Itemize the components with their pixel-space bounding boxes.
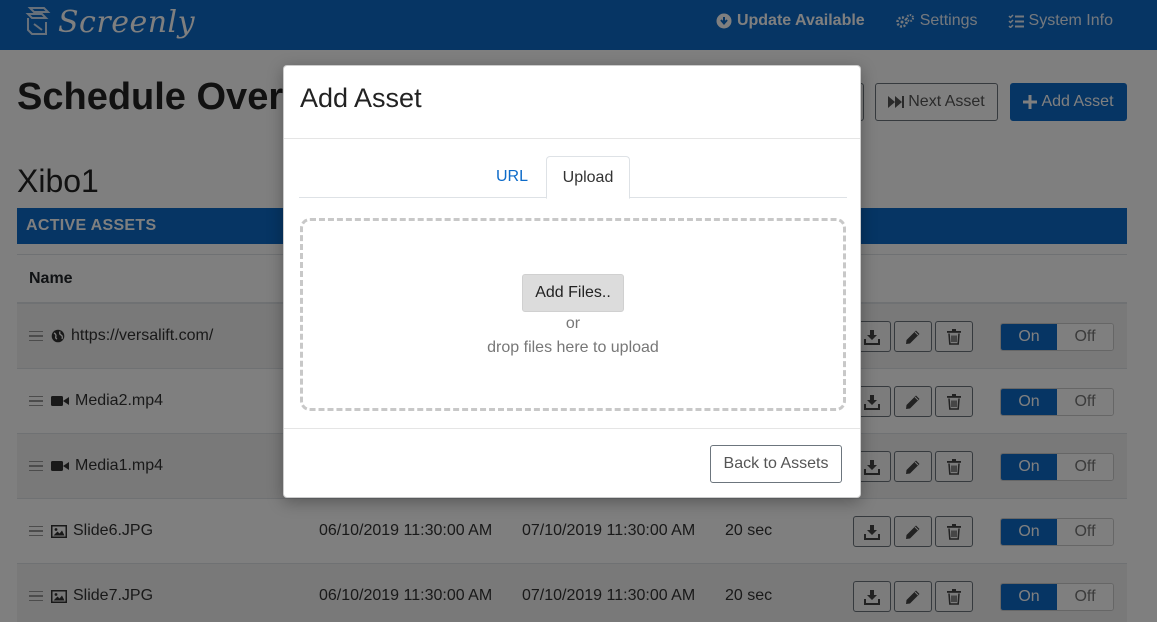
add-files-button[interactable]: Add Files..: [522, 274, 624, 312]
tab-upload[interactable]: Upload: [546, 156, 630, 199]
or-text: or: [565, 315, 581, 332]
modal-footer-divider: [284, 428, 860, 429]
back-to-assets-button[interactable]: Back to Assets: [710, 445, 842, 483]
add-asset-modal: Add Asset URL Upload Add Files.. or drop…: [283, 65, 861, 498]
modal-tabs: URL Upload: [299, 156, 847, 199]
tab-url[interactable]: URL: [481, 156, 543, 198]
drop-hint-text: drop files here to upload: [487, 339, 659, 356]
modal-header-divider: [284, 138, 860, 139]
modal-title: Add Asset: [300, 83, 422, 113]
file-dropzone[interactable]: Add Files.. or drop files here to upload: [300, 218, 846, 411]
